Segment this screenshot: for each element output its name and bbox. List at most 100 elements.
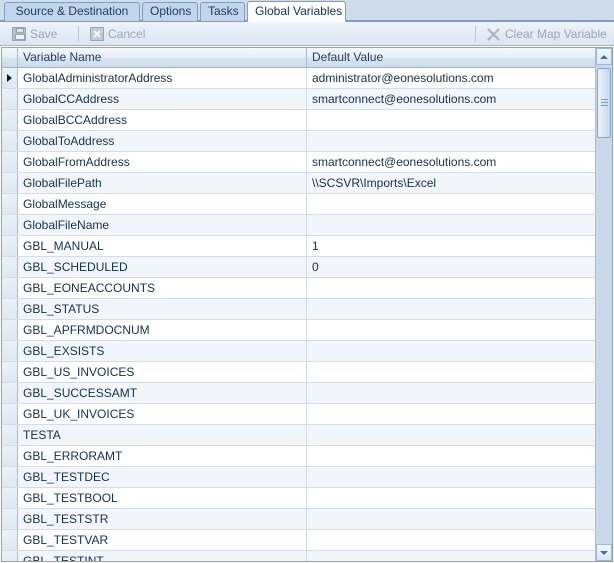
table-row[interactable]: GBL_TESTINT	[2, 551, 597, 561]
row-header[interactable]	[2, 215, 18, 235]
cell-variable-name[interactable]: GBL_MANUAL	[18, 236, 307, 256]
cell-default-value[interactable]: administrator@eonesolutions.com	[307, 68, 597, 88]
cell-default-value[interactable]	[307, 131, 597, 151]
row-header[interactable]	[2, 362, 18, 382]
cell-default-value[interactable]: \\SCSVR\Imports\Excel	[307, 173, 597, 193]
cell-variable-name[interactable]: GBL_APFRMDOCNUM	[18, 320, 307, 340]
cell-variable-name[interactable]: GBL_TESTDEC	[18, 467, 307, 487]
row-header[interactable]	[2, 467, 18, 487]
cell-default-value[interactable]: smartconnect@eonesolutions.com	[307, 89, 597, 109]
row-header[interactable]	[2, 404, 18, 424]
cell-variable-name[interactable]: GBL_TESTVAR	[18, 530, 307, 550]
row-header[interactable]	[2, 173, 18, 193]
cell-variable-name[interactable]: GlobalToAddress	[18, 131, 307, 151]
cell-variable-name[interactable]: GlobalMessage	[18, 194, 307, 214]
table-row[interactable]: GlobalFileName	[2, 215, 597, 236]
table-row[interactable]: GBL_SCHEDULED 0	[2, 257, 597, 278]
column-header-default-value[interactable]: Default Value	[307, 48, 597, 67]
cell-default-value[interactable]	[307, 320, 597, 340]
cell-default-value[interactable]	[307, 509, 597, 529]
cell-default-value[interactable]	[307, 383, 597, 403]
scroll-down-button[interactable]	[596, 544, 612, 561]
table-row[interactable]: GlobalFilePath \\SCSVR\Imports\Excel	[2, 173, 597, 194]
cell-default-value[interactable]	[307, 299, 597, 319]
row-header[interactable]	[2, 152, 18, 172]
cell-variable-name[interactable]: TESTA	[18, 425, 307, 445]
row-header[interactable]	[2, 110, 18, 130]
table-row[interactable]: GBL_STATUS	[2, 299, 597, 320]
table-row[interactable]: GBL_SUCCESSAMT	[2, 383, 597, 404]
cell-default-value[interactable]	[307, 551, 597, 561]
table-row[interactable]: GBL_MANUAL 1	[2, 236, 597, 257]
cell-default-value[interactable]	[307, 404, 597, 424]
save-button[interactable]: Save	[8, 24, 61, 44]
table-row[interactable]: GBL_APFRMDOCNUM	[2, 320, 597, 341]
clear-map-variable-button[interactable]: Clear Map Variable	[482, 24, 611, 44]
table-row[interactable]: GBL_TESTBOOL	[2, 488, 597, 509]
table-row[interactable]: GlobalBCCAddress	[2, 110, 597, 131]
row-header[interactable]	[2, 236, 18, 256]
row-header[interactable]	[2, 425, 18, 445]
cell-variable-name[interactable]: GlobalFileName	[18, 215, 307, 235]
cell-variable-name[interactable]: GBL_EONEACCOUNTS	[18, 278, 307, 298]
scroll-up-button[interactable]	[596, 48, 612, 65]
table-row[interactable]: GlobalAdministratorAddress administrator@…	[2, 68, 597, 89]
row-header[interactable]	[2, 257, 18, 277]
row-header[interactable]	[2, 383, 18, 403]
cell-default-value[interactable]	[307, 362, 597, 382]
cell-variable-name[interactable]: GBL_TESTSTR	[18, 509, 307, 529]
table-row[interactable]: GBL_TESTVAR	[2, 530, 597, 551]
cell-default-value[interactable]	[307, 215, 597, 235]
cell-variable-name[interactable]: GlobalFilePath	[18, 173, 307, 193]
row-header[interactable]	[2, 341, 18, 361]
table-row[interactable]: GBL_UK_INVOICES	[2, 404, 597, 425]
row-header[interactable]	[2, 488, 18, 508]
cell-variable-name[interactable]: GBL_US_INVOICES	[18, 362, 307, 382]
table-row[interactable]: GBL_TESTSTR	[2, 509, 597, 530]
cell-default-value[interactable]	[307, 488, 597, 508]
row-header[interactable]	[2, 551, 18, 561]
table-row[interactable]: GBL_EXSISTS	[2, 341, 597, 362]
cell-variable-name[interactable]: GBL_TESTINT	[18, 551, 307, 561]
cell-variable-name[interactable]: GlobalFromAddress	[18, 152, 307, 172]
cell-variable-name[interactable]: GlobalAdministratorAddress	[18, 68, 307, 88]
cell-default-value[interactable]: 1	[307, 236, 597, 256]
tab-options[interactable]: Options	[142, 2, 198, 21]
table-row[interactable]: GBL_US_INVOICES	[2, 362, 597, 383]
cell-variable-name[interactable]: GBL_ERRORAMT	[18, 446, 307, 466]
row-header[interactable]	[2, 446, 18, 466]
cell-variable-name[interactable]: GBL_TESTBOOL	[18, 488, 307, 508]
cell-variable-name[interactable]: GBL_UK_INVOICES	[18, 404, 307, 424]
row-header[interactable]	[2, 194, 18, 214]
cell-variable-name[interactable]: GlobalBCCAddress	[18, 110, 307, 130]
row-header[interactable]	[2, 509, 18, 529]
vertical-scrollbar[interactable]	[595, 48, 612, 561]
cell-variable-name[interactable]: GBL_SCHEDULED	[18, 257, 307, 277]
cell-default-value[interactable]: 0	[307, 257, 597, 277]
tab-global-variables[interactable]: Global Variables	[247, 1, 346, 22]
cell-variable-name[interactable]: GBL_EXSISTS	[18, 341, 307, 361]
cancel-button[interactable]: Cancel	[86, 24, 149, 44]
tab-source-destination[interactable]: Source & Destination	[4, 2, 140, 21]
row-header[interactable]	[2, 530, 18, 550]
scrollbar-track[interactable]	[596, 65, 612, 544]
table-row[interactable]: GBL_ERRORAMT	[2, 446, 597, 467]
cell-default-value[interactable]	[307, 467, 597, 487]
cell-default-value[interactable]	[307, 278, 597, 298]
table-row[interactable]: GlobalFromAddress smartconnect@eonesoluti…	[2, 152, 597, 173]
cell-default-value[interactable]	[307, 425, 597, 445]
cell-default-value[interactable]	[307, 446, 597, 466]
row-header[interactable]	[2, 131, 18, 151]
row-header[interactable]	[2, 89, 18, 109]
cell-variable-name[interactable]: GBL_SUCCESSAMT	[18, 383, 307, 403]
table-row[interactable]: GBL_TESTDEC	[2, 467, 597, 488]
cell-default-value[interactable]	[307, 194, 597, 214]
column-header-variable-name[interactable]: Variable Name	[18, 48, 307, 67]
cell-default-value[interactable]	[307, 530, 597, 550]
row-header[interactable]	[2, 278, 18, 298]
cell-variable-name[interactable]: GlobalCCAddress	[18, 89, 307, 109]
cell-default-value[interactable]	[307, 110, 597, 130]
table-row[interactable]: GlobalCCAddress smartconnect@eonesolution…	[2, 89, 597, 110]
table-row[interactable]: GlobalMessage	[2, 194, 597, 215]
table-row[interactable]: GBL_EONEACCOUNTS	[2, 278, 597, 299]
